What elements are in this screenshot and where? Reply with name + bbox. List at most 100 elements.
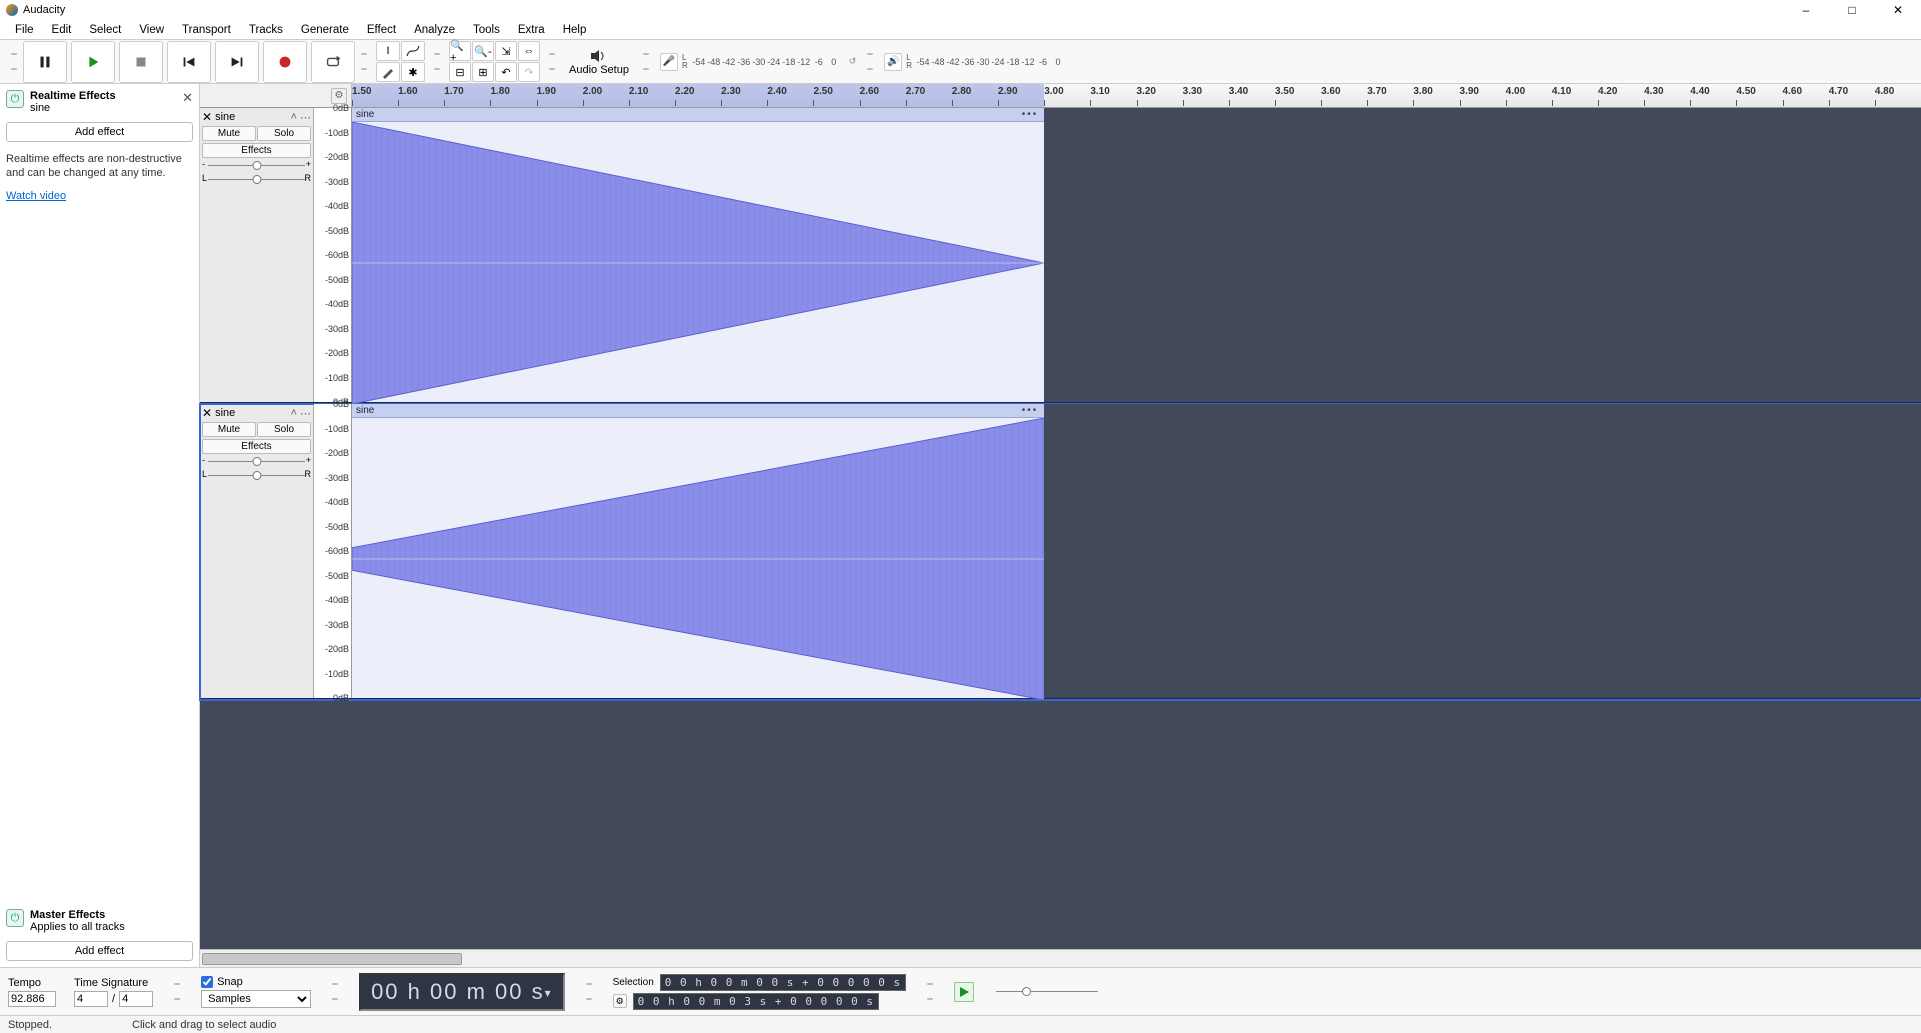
playback-speed-slider[interactable]	[992, 985, 1102, 999]
main-toolbar: I ✱ 🔍+ 🔍- ⇲ ⇔ ⊟ ⊞ ↶ ↷ Audio Setup 🎤 LR -…	[0, 40, 1921, 84]
gain-slider[interactable]: -+	[202, 456, 311, 468]
clip-name: sine	[356, 405, 374, 416]
master-add-effect-button[interactable]: Add effect	[6, 941, 193, 961]
toolbar-grip-icon[interactable]	[434, 47, 440, 77]
track-effects-button[interactable]: Effects	[202, 439, 311, 454]
toolbar-grip-icon[interactable]	[174, 977, 180, 1007]
pan-slider[interactable]: LR	[202, 174, 311, 186]
title-bar: Audacity ‒ □ ✕	[0, 0, 1921, 20]
time-display[interactable]: 00 h 00 m 00 s▾	[359, 973, 565, 1011]
track-menu-button[interactable]: ⋯	[300, 111, 311, 124]
recording-meter[interactable]: 🎤 LR -54-48-42-36-30-24-18-12-60 ↺	[660, 53, 856, 71]
clip-menu-button[interactable]: •••	[1022, 405, 1039, 416]
track-close-button[interactable]: ✕	[202, 406, 212, 420]
selection-tool-button[interactable]: I	[376, 41, 400, 61]
status-playback-state: Stopped.	[8, 1019, 52, 1031]
minimize-button[interactable]: ‒	[1783, 0, 1829, 20]
menu-file[interactable]: File	[6, 22, 43, 38]
timesig-label: Time Signature	[74, 977, 153, 989]
timesig-den-input[interactable]	[119, 991, 153, 1007]
gain-slider[interactable]: -+	[202, 160, 311, 172]
timeline-ruler[interactable]: 1.501.601.701.801.902.002.102.202.302.40…	[352, 84, 1921, 107]
track-collapse-button[interactable]: ˄	[291, 407, 297, 419]
master-power-button[interactable]: ⏻	[6, 909, 24, 927]
close-panel-button[interactable]: ✕	[182, 90, 193, 106]
realtime-effects-panel: ⏻ Realtime Effects sine ✕ Add effect Rea…	[0, 84, 200, 967]
play-at-speed-button[interactable]	[954, 982, 974, 1002]
menu-generate[interactable]: Generate	[292, 22, 358, 38]
menu-select[interactable]: Select	[80, 22, 130, 38]
zoom-in-button[interactable]: 🔍+	[449, 41, 471, 61]
loop-button[interactable]	[311, 41, 355, 83]
solo-button[interactable]: Solo	[257, 126, 311, 141]
watch-video-link[interactable]: Watch video	[6, 190, 193, 202]
snap-label: Snap	[217, 976, 243, 988]
skip-end-button[interactable]	[215, 41, 259, 83]
multi-tool-button[interactable]: ✱	[401, 62, 425, 82]
horizontal-scrollbar[interactable]	[200, 949, 1921, 967]
master-effects-title: Master Effects	[30, 909, 125, 921]
selection-end-display[interactable]: 0 0 h 0 0 m 0 3 s + 0 0 0 0 0 s	[633, 993, 879, 1010]
mute-button[interactable]: Mute	[202, 126, 256, 141]
toolbar-grip-icon[interactable]	[11, 47, 17, 77]
timeline-settings-button[interactable]: ⚙	[331, 88, 347, 104]
play-button[interactable]	[71, 41, 115, 83]
toolbar-grip-icon[interactable]	[586, 977, 592, 1007]
menu-edit[interactable]: Edit	[43, 22, 81, 38]
skip-start-button[interactable]	[167, 41, 211, 83]
envelope-tool-button[interactable]	[401, 41, 425, 61]
trim-button[interactable]: ⊟	[449, 62, 471, 82]
track-menu-button[interactable]: ⋯	[300, 407, 311, 420]
maximize-button[interactable]: □	[1829, 0, 1875, 20]
audio-setup-label: Audio Setup	[569, 64, 629, 76]
selection-settings-button[interactable]: ⚙	[613, 994, 627, 1008]
clip-menu-button[interactable]: •••	[1022, 109, 1039, 120]
mute-button[interactable]: Mute	[202, 422, 256, 437]
menu-view[interactable]: View	[130, 22, 173, 38]
realtime-power-button[interactable]: ⏻	[6, 90, 24, 108]
menu-help[interactable]: Help	[554, 22, 596, 38]
menu-analyze[interactable]: Analyze	[405, 22, 464, 38]
toolbar-grip-icon[interactable]	[927, 977, 933, 1007]
undo-button[interactable]: ↶	[495, 62, 517, 82]
menu-transport[interactable]: Transport	[173, 22, 240, 38]
selection-start-display[interactable]: 0 0 h 0 0 m 0 0 s + 0 0 0 0 0 s	[660, 974, 906, 991]
draw-tool-button[interactable]	[376, 62, 400, 82]
track-close-button[interactable]: ✕	[202, 110, 212, 124]
toolbar-grip-icon[interactable]	[549, 47, 555, 77]
silence-button[interactable]: ⊞	[472, 62, 494, 82]
toolbar-grip-icon[interactable]	[332, 977, 338, 1007]
timesig-num-input[interactable]	[74, 991, 108, 1007]
fit-selection-button[interactable]: ⇲	[495, 41, 517, 61]
redo-button[interactable]: ↷	[518, 62, 540, 82]
menu-extra[interactable]: Extra	[509, 22, 554, 38]
stop-button[interactable]	[119, 41, 163, 83]
menu-tools[interactable]: Tools	[464, 22, 509, 38]
tempo-input[interactable]	[8, 991, 56, 1007]
menu-effect[interactable]: Effect	[358, 22, 405, 38]
playback-meter[interactable]: 🔊 LR -54-48-42-36-30-24-18-12-60	[884, 53, 1065, 71]
pause-button[interactable]	[23, 41, 67, 83]
realtime-effects-title: Realtime Effects	[30, 90, 116, 102]
zoom-out-button[interactable]: 🔍-	[472, 41, 494, 61]
pan-slider[interactable]: LR	[202, 470, 311, 482]
waveform-view[interactable]: sine •••	[352, 108, 1921, 402]
solo-button[interactable]: Solo	[257, 422, 311, 437]
snap-checkbox[interactable]	[201, 976, 213, 988]
track-collapse-button[interactable]: ˄	[291, 111, 297, 123]
close-window-button[interactable]: ✕	[1875, 0, 1921, 20]
microphone-icon: 🎤	[660, 53, 678, 71]
record-button[interactable]	[263, 41, 307, 83]
clip-name: sine	[356, 109, 374, 120]
audio-setup-button[interactable]: Audio Setup	[560, 45, 638, 79]
fit-project-button[interactable]: ⇔	[518, 41, 540, 61]
add-effect-button[interactable]: Add effect	[6, 122, 193, 142]
toolbar-grip-icon[interactable]	[361, 47, 367, 77]
track-name: sine	[215, 407, 235, 419]
track-effects-button[interactable]: Effects	[202, 143, 311, 158]
snap-mode-select[interactable]: Samples	[201, 990, 311, 1008]
toolbar-grip-icon[interactable]	[643, 47, 649, 77]
waveform-view[interactable]: sine •••	[352, 404, 1921, 698]
menu-tracks[interactable]: Tracks	[240, 22, 292, 38]
toolbar-grip-icon[interactable]	[867, 47, 873, 77]
